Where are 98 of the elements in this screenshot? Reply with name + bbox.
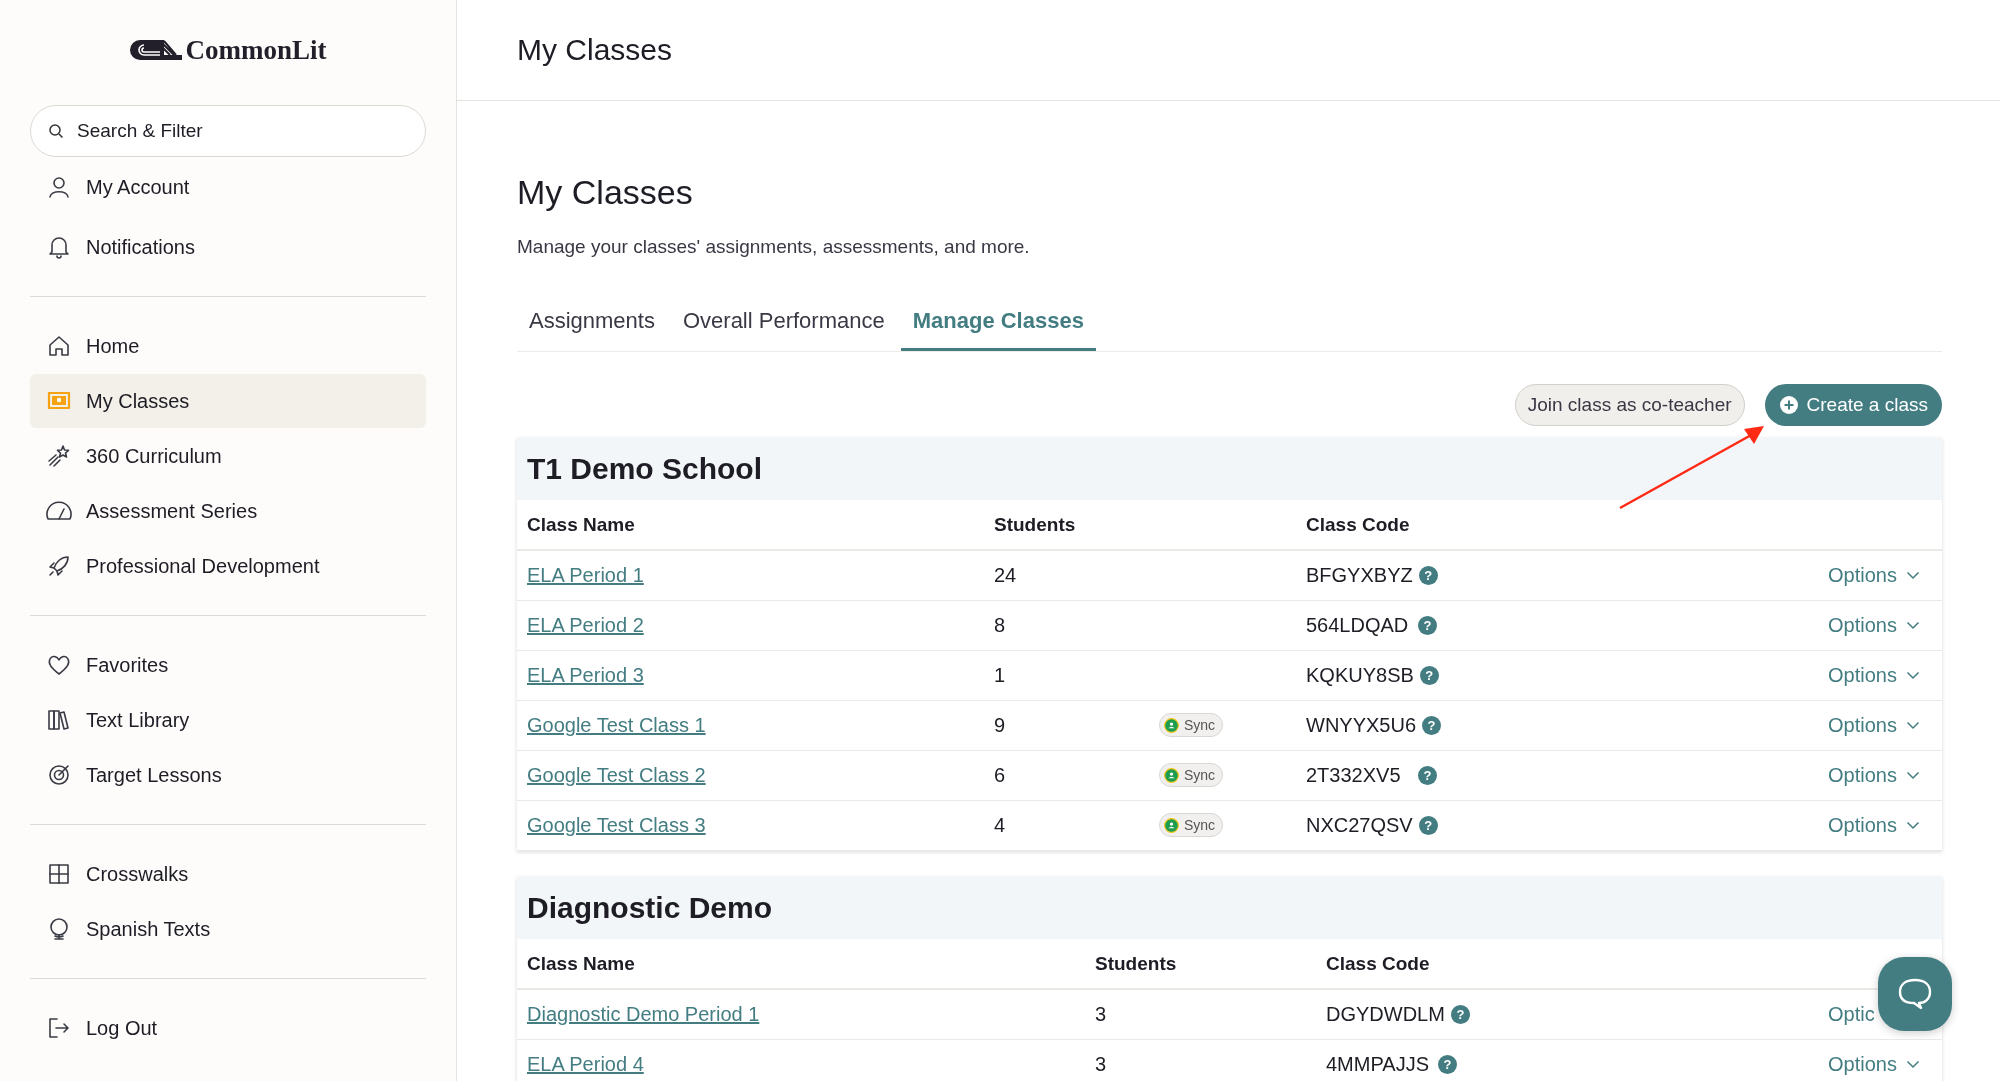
sync-badge[interactable]: Sync: [1159, 763, 1224, 788]
help-button[interactable]: ?: [1418, 566, 1438, 585]
class-code: 2T332XV5: [1306, 764, 1401, 786]
student-count: 6: [994, 764, 1007, 787]
column-header: Students: [1095, 952, 1178, 975]
nav-item[interactable]: Target Lessons: [30, 748, 426, 802]
options-dropdown[interactable]: Options: [1828, 1053, 1920, 1076]
tab[interactable]: Assignments: [517, 298, 667, 351]
column-header: Class Code: [1306, 513, 1411, 536]
options-dropdown[interactable]: Options: [1828, 814, 1920, 837]
logout-icon: [46, 1015, 72, 1041]
class-code: 4MMPAJJS: [1326, 1053, 1429, 1075]
class-link[interactable]: Google Test Class 1: [527, 714, 706, 736]
search-field[interactable]: Search & Filter: [30, 105, 426, 157]
grid-icon: [46, 861, 72, 887]
column-header: Class Name: [527, 513, 636, 536]
home-icon: [46, 333, 72, 359]
sync-badge[interactable]: Sync: [1159, 813, 1224, 838]
help-button[interactable]: ?: [1418, 616, 1437, 635]
nav-item[interactable]: My Account: [30, 160, 426, 214]
column-header: Students: [994, 513, 1077, 536]
class-code: 564LDQAD: [1306, 614, 1409, 636]
school-name: T1 Demo School: [517, 438, 1942, 500]
column-header: Class Code: [1326, 952, 1431, 975]
options-dropdown[interactable]: Options: [1828, 714, 1920, 737]
nav-item[interactable]: Text Library: [30, 693, 426, 747]
nav-item[interactable]: Crosswalks: [30, 847, 426, 901]
help-button[interactable]: ?: [1418, 766, 1437, 785]
class-code: WNYYX5U6: [1306, 714, 1417, 736]
class-link[interactable]: Diagnostic Demo Period 1: [527, 1003, 760, 1025]
student-count: 3: [1095, 1003, 1108, 1026]
nav-item[interactable]: Home: [30, 319, 426, 373]
nav-item[interactable]: Spanish Texts: [30, 902, 426, 956]
help-button[interactable]: ?: [1450, 1005, 1470, 1024]
tab[interactable]: Manage Classes: [900, 298, 1096, 351]
chevron-down-icon: [1905, 771, 1920, 780]
classroom-icon: [1164, 717, 1179, 733]
nav-item[interactable]: Log Out: [30, 1001, 426, 1055]
help-button[interactable]: ?: [1418, 816, 1438, 835]
nav-item[interactable]: Notifications: [30, 220, 426, 274]
books-icon: [46, 707, 72, 733]
column-header: Class Name: [527, 952, 636, 975]
student-count: 4: [994, 814, 1007, 837]
join-button[interactable]: Join class as co-teacher: [1514, 384, 1745, 426]
student-count: 9: [994, 714, 1007, 737]
options-dropdown[interactable]: Options: [1828, 564, 1920, 587]
nav-item[interactable]: My Classes: [30, 374, 426, 428]
user-icon: [46, 174, 72, 200]
chevron-down-icon: [1905, 1060, 1920, 1069]
classroom-icon: [1164, 817, 1179, 833]
stars-icon: [46, 443, 72, 469]
search-icon: [48, 123, 64, 139]
page-title: My Classes: [517, 173, 694, 212]
logo-icon: [129, 39, 182, 61]
chat-button[interactable]: [1878, 957, 1952, 1031]
student-count: 1: [994, 664, 1007, 687]
options-dropdown[interactable]: Options: [1828, 664, 1920, 687]
student-count: 3: [1095, 1053, 1108, 1076]
options-dropdown[interactable]: Optic: [1828, 1003, 1875, 1026]
chat-icon: [1897, 977, 1933, 1011]
chevron-down-icon: [1905, 671, 1920, 680]
classroom-icon: [1164, 767, 1179, 783]
class-code: KQKUY8SB: [1306, 664, 1414, 686]
class-code: DGYDWDLM: [1326, 1003, 1445, 1025]
rocket-icon: [46, 553, 72, 579]
options-dropdown[interactable]: Options: [1828, 614, 1920, 637]
chevron-down-icon: [1905, 571, 1920, 580]
class-link[interactable]: ELA Period 1: [527, 564, 644, 586]
class-link[interactable]: Google Test Class 2: [527, 764, 706, 786]
page-subtitle: Manage your classes' assignments, assessments, and more.: [517, 236, 1031, 258]
school-name: Diagnostic Demo: [517, 877, 1942, 939]
class-code: BFGYXBYZ: [1306, 564, 1413, 586]
student-count: 24: [994, 564, 1018, 587]
bell-icon: [46, 234, 72, 260]
options-dropdown[interactable]: Options: [1828, 764, 1920, 787]
plus-icon: [1778, 395, 1799, 415]
class-code: NXC27QSV: [1306, 814, 1413, 836]
help-button[interactable]: ?: [1422, 716, 1442, 735]
student-count: 8: [994, 614, 1007, 637]
header-title: My Classes: [517, 33, 673, 67]
target-icon: [46, 762, 72, 788]
nav-item[interactable]: Professional Development: [30, 539, 426, 593]
help-button[interactable]: ?: [1438, 1055, 1457, 1074]
class-link[interactable]: ELA Period 2: [527, 614, 644, 636]
class-link[interactable]: ELA Period 3: [527, 664, 644, 686]
class-link[interactable]: Google Test Class 3: [527, 814, 706, 836]
nav-item[interactable]: Favorites: [30, 638, 426, 692]
create-button[interactable]: Create a class: [1764, 384, 1942, 426]
class-link[interactable]: ELA Period 4: [527, 1053, 644, 1075]
logo-text: CommonLit: [185, 34, 327, 66]
sync-badge[interactable]: Sync: [1159, 713, 1224, 738]
tab[interactable]: Overall Performance: [670, 298, 897, 351]
chevron-down-icon: [1905, 721, 1920, 730]
nav-item[interactable]: Assessment Series: [30, 484, 426, 538]
help-button[interactable]: ?: [1419, 666, 1439, 685]
chevron-down-icon: [1905, 821, 1920, 830]
chevron-down-icon: [1905, 621, 1920, 630]
nav-item[interactable]: 360 Curriculum: [30, 429, 426, 483]
